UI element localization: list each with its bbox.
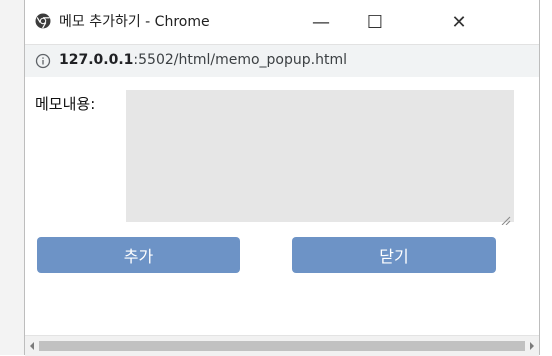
scroll-right-icon[interactable] <box>530 342 534 350</box>
scrollbar-thumb[interactable] <box>39 341 525 351</box>
address-bar[interactable]: 127.0.0.1:5502/html/memo_popup.html <box>25 44 539 78</box>
url-path: :5502/html/memo_popup.html <box>133 52 347 68</box>
page-content: 메모내용: 추가 닫기 <box>25 77 539 356</box>
memo-textarea[interactable] <box>126 90 514 222</box>
maximize-button[interactable]: ☐ <box>355 8 395 36</box>
title-bar[interactable]: 메모 추가하기 - Chrome — ☐ ✕ <box>25 0 539 44</box>
minimize-button[interactable]: — <box>301 8 341 36</box>
info-icon[interactable] <box>35 53 51 69</box>
horizontal-scrollbar[interactable] <box>25 335 539 356</box>
page-url: 127.0.0.1:5502/html/memo_popup.html <box>59 52 347 68</box>
close-button[interactable]: 닫기 <box>292 237 496 273</box>
background-window-edge <box>0 0 25 355</box>
scroll-left-icon[interactable] <box>30 342 34 350</box>
resize-grip-icon[interactable] <box>499 210 511 226</box>
url-host: 127.0.0.1 <box>59 52 134 68</box>
add-button[interactable]: 추가 <box>37 237 240 273</box>
close-window-button[interactable]: ✕ <box>439 8 479 36</box>
memo-label: 메모내용: <box>35 95 96 113</box>
background-edge-right <box>540 0 552 355</box>
window-title: 메모 추가하기 - Chrome <box>59 14 210 30</box>
chrome-icon <box>35 13 51 29</box>
popup-window: 메모 추가하기 - Chrome — ☐ ✕ 127.0.0.1:5502/ht… <box>24 0 540 356</box>
